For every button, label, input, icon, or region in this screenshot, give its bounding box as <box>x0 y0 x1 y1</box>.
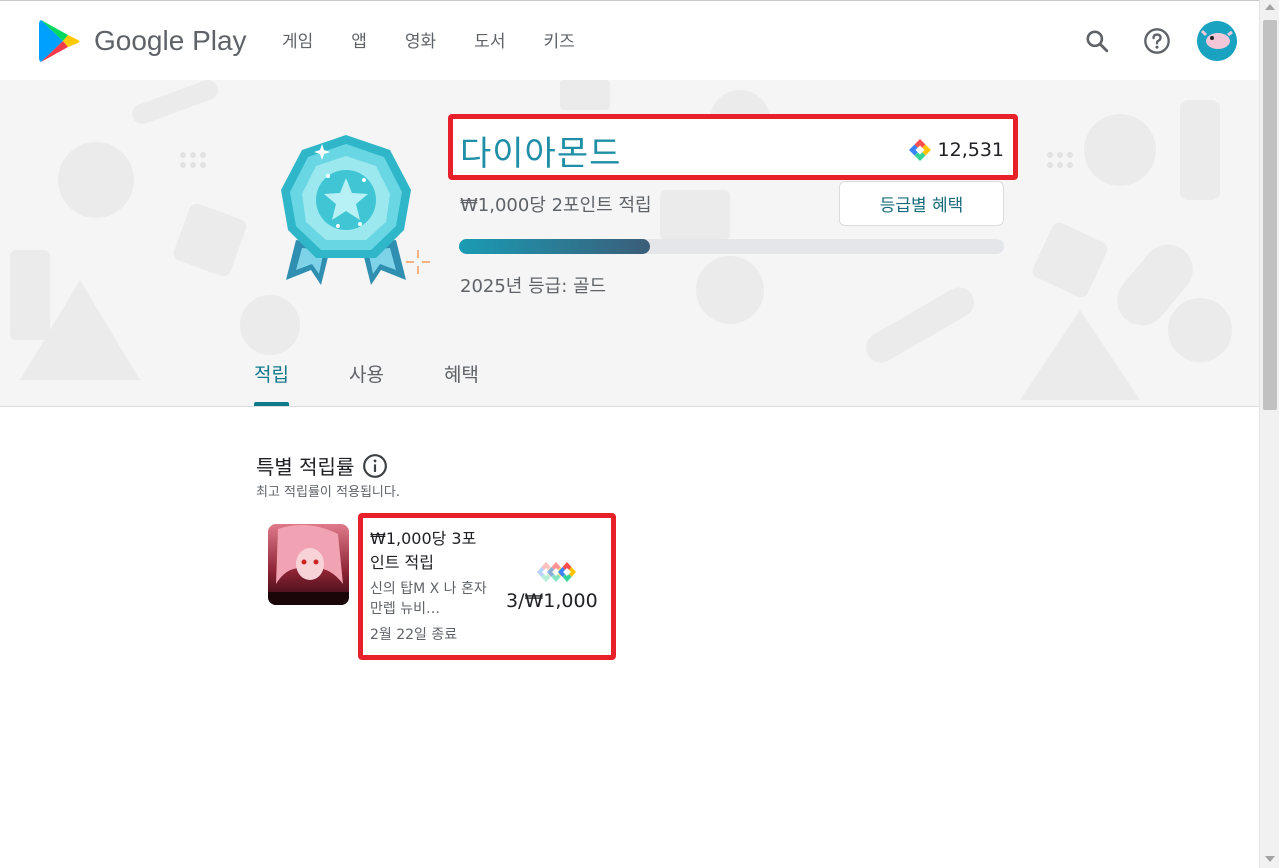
nav-books[interactable]: 도서 <box>474 27 505 52</box>
scrollbar[interactable] <box>1259 0 1279 868</box>
earn-rate-text: ₩1,000당 2포인트 적립 <box>460 195 652 216</box>
info-icon[interactable] <box>362 453 388 479</box>
sparkle-icon <box>406 250 430 274</box>
diamond-tier-badge-icon <box>281 135 411 285</box>
tab-use[interactable]: 사용 <box>349 360 384 406</box>
scroll-down-arrow-icon[interactable] <box>1265 856 1275 862</box>
google-play-logo[interactable]: Google Play <box>38 18 247 64</box>
card-end-date: 2월 22일 종료 <box>370 627 458 643</box>
tab-benefits[interactable]: 혜택 <box>444 360 479 406</box>
year-tier-text: 2025년 등급: 골드 <box>460 276 607 297</box>
scroll-thumb[interactable] <box>1263 20 1277 410</box>
scroll-up-arrow-icon[interactable] <box>1265 4 1275 10</box>
play-points-icon <box>908 139 931 161</box>
points-balance: 12,531 <box>908 138 1004 162</box>
logo-text: Google Play <box>94 25 247 56</box>
nav-games[interactable]: 게임 <box>282 27 313 52</box>
section-title: 특별 적립률 <box>256 455 355 479</box>
play-logo-icon <box>39 20 80 62</box>
special-rate-heading: 특별 적립률 <box>256 451 388 480</box>
points-value: 12,531 <box>937 139 1004 161</box>
tab-earn[interactable]: 적립 <box>254 360 289 406</box>
game-thumbnail[interactable] <box>268 524 349 605</box>
tier-progress-bar <box>459 239 1004 254</box>
header: Google Play 게임 앱 영화 도서 키즈 <box>0 0 1259 80</box>
card-earn-rate: 3/₩1,000 <box>506 590 598 612</box>
nav-movies[interactable]: 영화 <box>405 27 436 52</box>
tab-bar: 적립 사용 혜택 <box>254 360 539 406</box>
tier-hero: 다이아몬드 12,531 ₩1,000당 2포인트 적립 등급별 혜택 2025… <box>0 80 1259 406</box>
top-nav: 게임 앱 영화 도서 키즈 <box>282 27 613 52</box>
card-title: ₩1,000당 3포인트 적립 <box>370 529 477 572</box>
multi-points-icon <box>536 561 576 583</box>
tier-progress-fill <box>459 239 650 254</box>
tier-benefits-button[interactable]: 등급별 혜택 <box>839 181 1004 226</box>
nav-kids[interactable]: 키즈 <box>543 27 574 52</box>
card-game-name: 신의 탑M X 나 혼자 만렙 뉴비… <box>370 581 487 617</box>
tab-divider <box>0 406 1259 407</box>
help-icon[interactable] <box>1137 21 1177 61</box>
section-subtitle: 최고 적립률이 적용됩니다. <box>256 485 400 500</box>
search-icon[interactable] <box>1077 21 1117 61</box>
nav-apps[interactable]: 앱 <box>351 27 367 52</box>
avatar[interactable] <box>1197 21 1237 61</box>
tier-name: 다이아몬드 <box>460 134 622 174</box>
